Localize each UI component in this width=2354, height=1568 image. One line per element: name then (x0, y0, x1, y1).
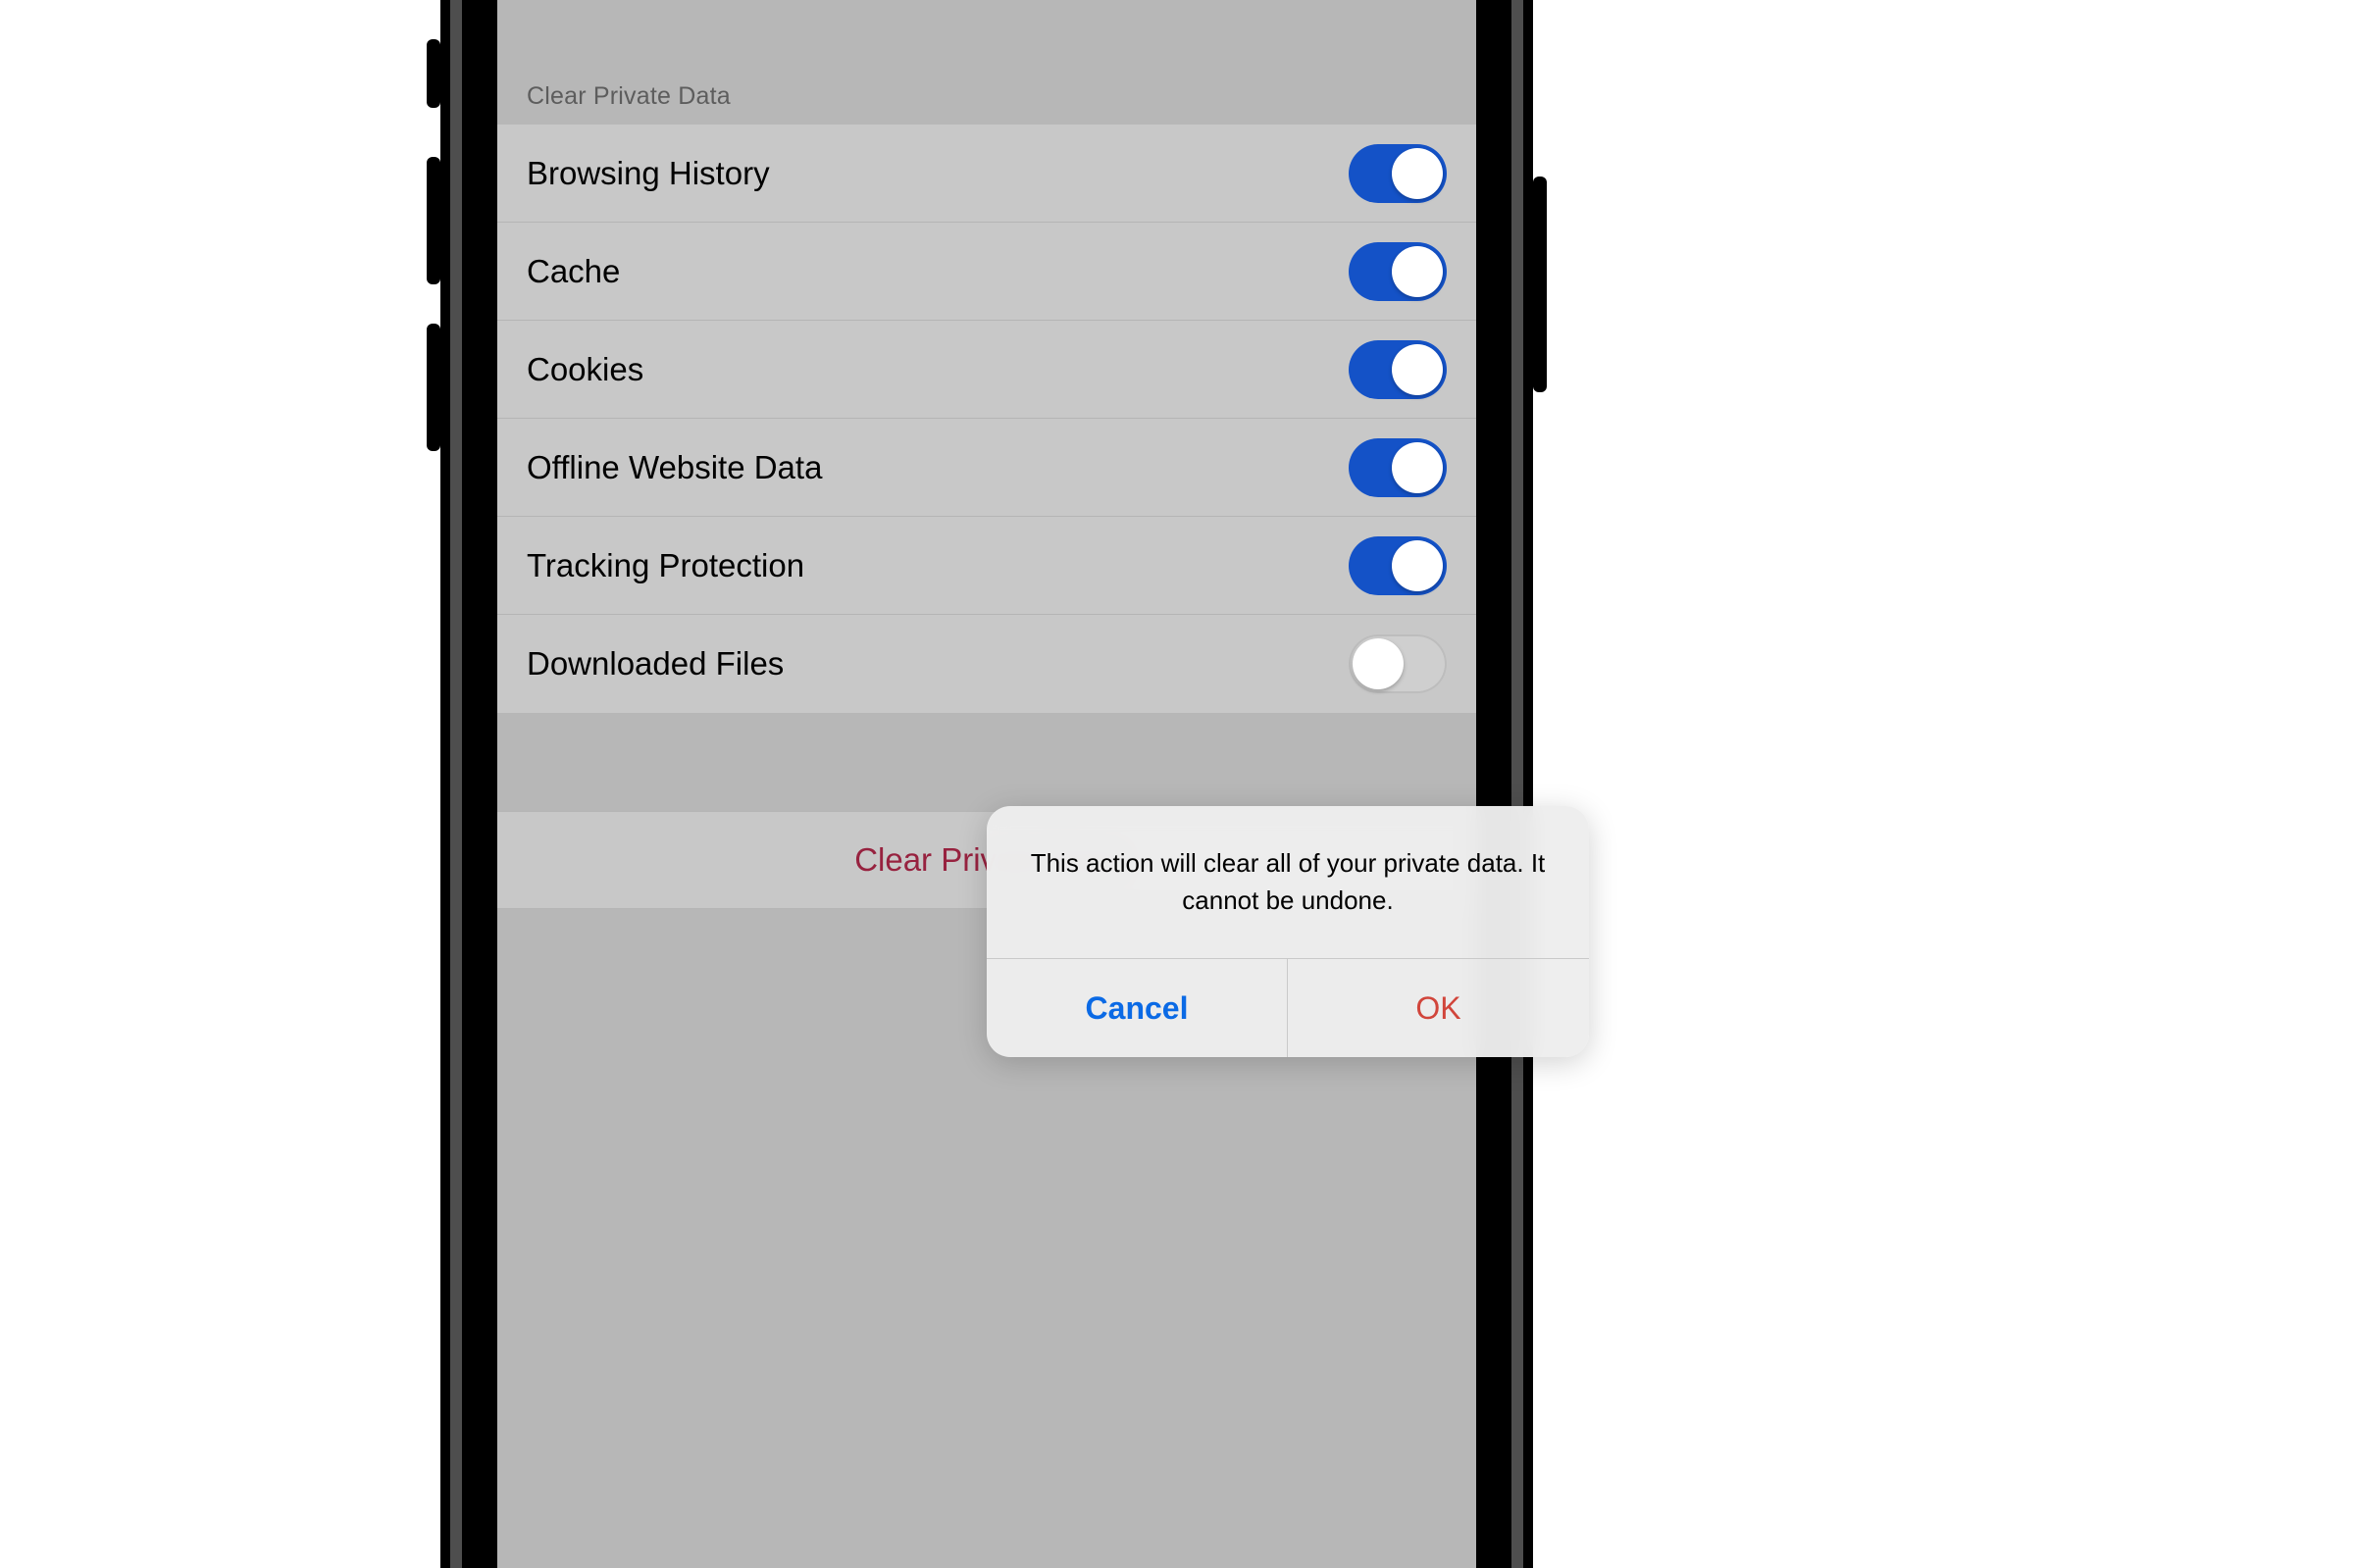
row-cache: Cache (497, 223, 1476, 321)
row-tracking-protection: Tracking Protection (497, 517, 1476, 615)
side-button-volume-up (427, 157, 440, 284)
side-button-power (1533, 177, 1547, 392)
toggle-cache[interactable] (1349, 242, 1447, 301)
row-label: Cookies (527, 351, 643, 388)
toggle-knob (1392, 442, 1443, 493)
phone-bezel: Clear Private Data Browsing History Cach… (450, 0, 1523, 1568)
row-label: Downloaded Files (527, 645, 784, 683)
toggle-knob (1392, 246, 1443, 297)
phone-frame: Clear Private Data Browsing History Cach… (440, 0, 1533, 1568)
row-label: Browsing History (527, 155, 770, 192)
stage: Clear Private Data Browsing History Cach… (0, 0, 2354, 1568)
row-label: Offline Website Data (527, 449, 822, 486)
row-offline-website-data: Offline Website Data (497, 419, 1476, 517)
row-cookies: Cookies (497, 321, 1476, 419)
toggle-knob (1392, 344, 1443, 395)
toggle-knob (1392, 540, 1443, 591)
ok-button[interactable]: OK (1288, 959, 1589, 1057)
alert-message: This action will clear all of your priva… (987, 806, 1589, 959)
toggle-browsing-history[interactable] (1349, 144, 1447, 203)
toggle-knob (1353, 638, 1404, 689)
side-button-volume-down (427, 324, 440, 451)
section-gap (497, 713, 1476, 811)
row-label: Tracking Protection (527, 547, 804, 584)
confirm-alert: This action will clear all of your priva… (987, 806, 1589, 1057)
toggle-offline-website-data[interactable] (1349, 438, 1447, 497)
toggle-downloaded-files[interactable] (1349, 634, 1447, 693)
settings-list: Browsing History Cache Cookies (497, 125, 1476, 713)
screen: Clear Private Data Browsing History Cach… (497, 0, 1476, 1568)
toggle-knob (1392, 148, 1443, 199)
toggle-cookies[interactable] (1349, 340, 1447, 399)
row-label: Cache (527, 253, 620, 290)
section-header: Clear Private Data (497, 57, 1476, 125)
alert-buttons: Cancel OK (987, 959, 1589, 1057)
cancel-button[interactable]: Cancel (987, 959, 1288, 1057)
side-button-mute (427, 39, 440, 108)
row-downloaded-files: Downloaded Files (497, 615, 1476, 713)
phone-bezel-inner: Clear Private Data Browsing History Cach… (462, 0, 1511, 1568)
row-browsing-history: Browsing History (497, 125, 1476, 223)
toggle-tracking-protection[interactable] (1349, 536, 1447, 595)
